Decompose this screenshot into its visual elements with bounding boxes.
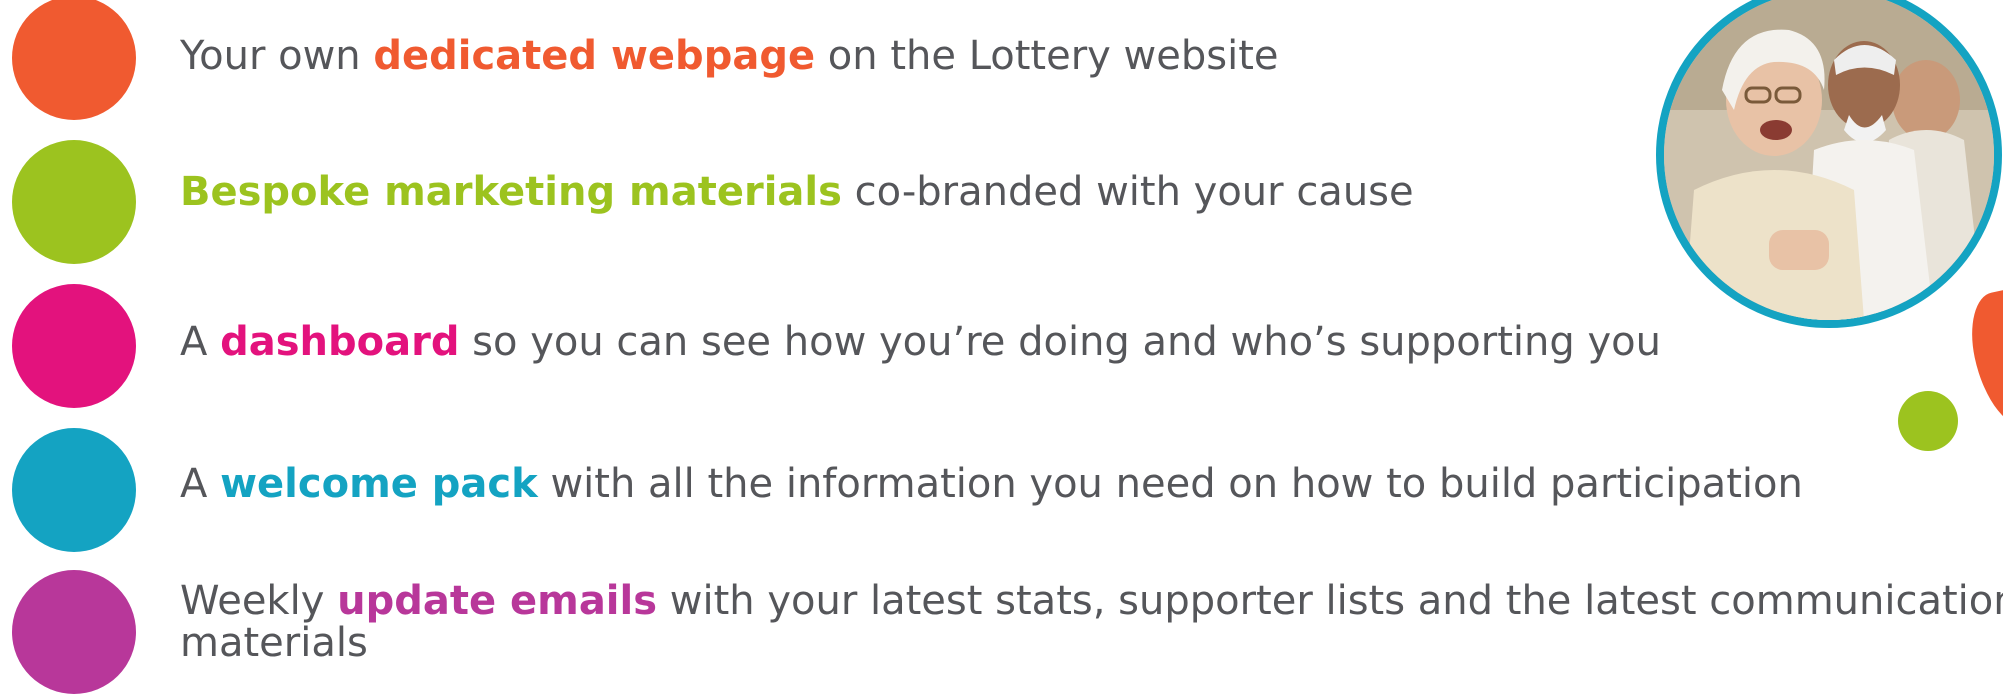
benefit-text: Your own dedicated webpage on the Lotter… xyxy=(180,34,1279,78)
benefit-text: Bespoke marketing materials co-branded w… xyxy=(180,170,1414,214)
purple-circle-icon xyxy=(12,570,136,694)
orange-decoration-shape xyxy=(1962,284,2003,436)
benefit-highlight: welcome pack xyxy=(220,461,538,507)
benefit-text: A welcome pack with all the information … xyxy=(180,462,1803,506)
benefit-highlight: Bespoke marketing materials xyxy=(180,169,842,215)
pink-circle-icon xyxy=(12,284,136,408)
benefit-before: A xyxy=(180,461,221,507)
benefit-before: A xyxy=(180,319,221,365)
orange-circle-icon xyxy=(12,0,136,120)
seniors-laughing-photo xyxy=(1656,0,2002,328)
benefit-highlight: dashboard xyxy=(220,319,460,365)
benefit-after: co-branded with your cause xyxy=(841,169,1414,215)
benefit-text: A dashboard so you can see how you’re do… xyxy=(180,320,1661,364)
benefit-highlight: update emails xyxy=(337,578,658,624)
benefit-after: so you can see how you’re doing and who’… xyxy=(459,319,1661,365)
green-circle-icon xyxy=(12,140,136,264)
benefit-after: with all the information you need on how… xyxy=(537,461,1803,507)
benefit-before: Your own xyxy=(180,33,374,79)
benefit-text: Weekly update emails with your latest st… xyxy=(180,580,2003,664)
benefit-highlight: dedicated webpage xyxy=(373,33,816,79)
green-decoration-circle xyxy=(1898,391,1958,451)
benefit-before: Weekly xyxy=(180,578,338,624)
teal-circle-icon xyxy=(12,428,136,552)
benefit-after: on the Lottery website xyxy=(815,33,1279,79)
photo-illustration xyxy=(1664,0,1994,320)
